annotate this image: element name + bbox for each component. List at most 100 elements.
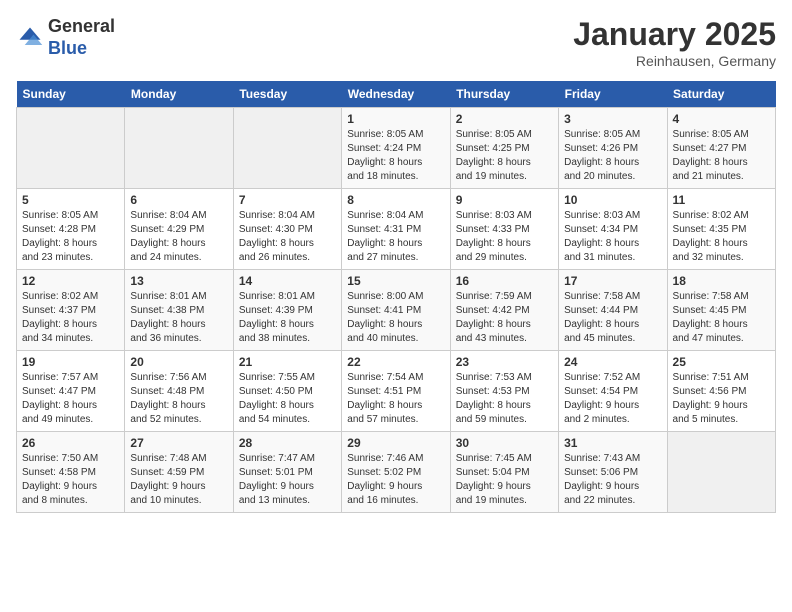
day-number: 17: [564, 274, 661, 288]
calendar-header: SundayMondayTuesdayWednesdayThursdayFrid…: [17, 81, 776, 108]
day-number: 21: [239, 355, 336, 369]
day-number: 11: [673, 193, 770, 207]
day-info: Sunrise: 7:59 AM Sunset: 4:42 PM Dayligh…: [456, 290, 553, 346]
calendar-cell: 1 Sunrise: 8:05 AM Sunset: 4:24 PM Daylig…: [342, 108, 450, 189]
day-info: Sunrise: 8:00 AM Sunset: 4:41 PM Dayligh…: [347, 290, 444, 346]
calendar-cell: 5Sunrise: 8:05 AM Sunset: 4:28 PM Daylig…: [17, 189, 125, 270]
logo-icon: [16, 24, 44, 52]
calendar-cell: [125, 108, 233, 189]
calendar-week-row: 5Sunrise: 8:05 AM Sunset: 4:28 PM Daylig…: [17, 189, 776, 270]
day-number: 30: [456, 436, 553, 450]
calendar-cell: 28Sunrise: 7:47 AM Sunset: 5:01 PM Dayli…: [233, 432, 341, 513]
day-number: 1: [347, 112, 444, 126]
calendar-cell: 4 Sunrise: 8:05 AM Sunset: 4:27 PM Daylig…: [667, 108, 775, 189]
day-number: 6: [130, 193, 227, 207]
calendar-cell: [233, 108, 341, 189]
day-info: Sunrise: 7:53 AM Sunset: 4:53 PM Dayligh…: [456, 371, 553, 427]
calendar-title: January 2025: [573, 16, 776, 53]
calendar-table: SundayMondayTuesdayWednesdayThursdayFrid…: [16, 81, 776, 513]
day-info: Sunrise: 8:04 AM Sunset: 4:30 PM Dayligh…: [239, 209, 336, 265]
weekday-header: Thursday: [450, 81, 558, 108]
day-info: Sunrise: 7:55 AM Sunset: 4:50 PM Dayligh…: [239, 371, 336, 427]
calendar-cell: 2Sunrise: 8:05 AM Sunset: 4:25 PM Daylig…: [450, 108, 558, 189]
calendar-subtitle: Reinhausen, Germany: [573, 53, 776, 69]
weekday-row: SundayMondayTuesdayWednesdayThursdayFrid…: [17, 81, 776, 108]
page-header: General Blue January 2025 Reinhausen, Ge…: [16, 16, 776, 69]
calendar-cell: 23 Sunrise: 7:53 AM Sunset: 4:53 PM Dayli…: [450, 351, 558, 432]
calendar-cell: 24 Sunrise: 7:52 AM Sunset: 4:54 PM Dayli…: [559, 351, 667, 432]
calendar-cell: [667, 432, 775, 513]
day-number: 16: [456, 274, 553, 288]
logo: General Blue: [16, 16, 115, 59]
day-number: 28: [239, 436, 336, 450]
weekday-header: Wednesday: [342, 81, 450, 108]
calendar-cell: 3Sunrise: 8:05 AM Sunset: 4:26 PM Daylig…: [559, 108, 667, 189]
weekday-header: Tuesday: [233, 81, 341, 108]
day-info: Sunrise: 8:04 AM Sunset: 4:31 PM Dayligh…: [347, 209, 444, 265]
day-info: Sunrise: 7:56 AM Sunset: 4:48 PM Dayligh…: [130, 371, 227, 427]
calendar-cell: [17, 108, 125, 189]
day-number: 18: [673, 274, 770, 288]
logo-general: General: [48, 16, 115, 38]
calendar-cell: 27Sunrise: 7:48 AM Sunset: 4:59 PM Dayli…: [125, 432, 233, 513]
calendar-cell: 29 Sunrise: 7:46 AM Sunset: 5:02 PM Dayli…: [342, 432, 450, 513]
weekday-header: Friday: [559, 81, 667, 108]
weekday-header: Saturday: [667, 81, 775, 108]
calendar-cell: 17 Sunrise: 7:58 AM Sunset: 4:44 PM Dayli…: [559, 270, 667, 351]
day-info: Sunrise: 8:05 AM Sunset: 4:28 PM Dayligh…: [22, 209, 119, 265]
calendar-cell: 21 Sunrise: 7:55 AM Sunset: 4:50 PM Dayli…: [233, 351, 341, 432]
logo-text: General Blue: [48, 16, 115, 59]
calendar-cell: 11Sunrise: 8:02 AM Sunset: 4:35 PM Dayli…: [667, 189, 775, 270]
day-info: Sunrise: 7:50 AM Sunset: 4:58 PM Dayligh…: [22, 452, 119, 508]
calendar-week-row: 12Sunrise: 8:02 AM Sunset: 4:37 PM Dayli…: [17, 270, 776, 351]
calendar-cell: 18Sunrise: 7:58 AM Sunset: 4:45 PM Dayli…: [667, 270, 775, 351]
weekday-header: Sunday: [17, 81, 125, 108]
day-info: Sunrise: 7:48 AM Sunset: 4:59 PM Dayligh…: [130, 452, 227, 508]
calendar-cell: 31Sunrise: 7:43 AM Sunset: 5:06 PM Dayli…: [559, 432, 667, 513]
day-number: 24: [564, 355, 661, 369]
day-info: Sunrise: 7:46 AM Sunset: 5:02 PM Dayligh…: [347, 452, 444, 508]
day-number: 12: [22, 274, 119, 288]
day-info: Sunrise: 8:03 AM Sunset: 4:33 PM Dayligh…: [456, 209, 553, 265]
day-info: Sunrise: 8:04 AM Sunset: 4:29 PM Dayligh…: [130, 209, 227, 265]
day-number: 14: [239, 274, 336, 288]
calendar-cell: 15 Sunrise: 8:00 AM Sunset: 4:41 PM Dayli…: [342, 270, 450, 351]
calendar-week-row: 26 Sunrise: 7:50 AM Sunset: 4:58 PM Dayli…: [17, 432, 776, 513]
calendar-week-row: 1 Sunrise: 8:05 AM Sunset: 4:24 PM Daylig…: [17, 108, 776, 189]
day-info: Sunrise: 7:51 AM Sunset: 4:56 PM Dayligh…: [673, 371, 770, 427]
day-number: 25: [673, 355, 770, 369]
day-info: Sunrise: 8:05 AM Sunset: 4:26 PM Dayligh…: [564, 128, 661, 184]
day-number: 7: [239, 193, 336, 207]
day-info: Sunrise: 7:57 AM Sunset: 4:47 PM Dayligh…: [22, 371, 119, 427]
day-number: 23: [456, 355, 553, 369]
day-info: Sunrise: 7:54 AM Sunset: 4:51 PM Dayligh…: [347, 371, 444, 427]
day-number: 26: [22, 436, 119, 450]
day-number: 22: [347, 355, 444, 369]
calendar-cell: 16 Sunrise: 7:59 AM Sunset: 4:42 PM Dayli…: [450, 270, 558, 351]
day-info: Sunrise: 7:52 AM Sunset: 4:54 PM Dayligh…: [564, 371, 661, 427]
day-info: Sunrise: 7:58 AM Sunset: 4:44 PM Dayligh…: [564, 290, 661, 346]
calendar-body: 1 Sunrise: 8:05 AM Sunset: 4:24 PM Daylig…: [17, 108, 776, 513]
day-info: Sunrise: 8:05 AM Sunset: 4:24 PM Dayligh…: [347, 128, 444, 184]
calendar-cell: 13Sunrise: 8:01 AM Sunset: 4:38 PM Dayli…: [125, 270, 233, 351]
day-info: Sunrise: 7:43 AM Sunset: 5:06 PM Dayligh…: [564, 452, 661, 508]
calendar-cell: 19Sunrise: 7:57 AM Sunset: 4:47 PM Dayli…: [17, 351, 125, 432]
day-info: Sunrise: 7:45 AM Sunset: 5:04 PM Dayligh…: [456, 452, 553, 508]
calendar-cell: 9Sunrise: 8:03 AM Sunset: 4:33 PM Daylig…: [450, 189, 558, 270]
day-number: 15: [347, 274, 444, 288]
day-info: Sunrise: 8:01 AM Sunset: 4:39 PM Dayligh…: [239, 290, 336, 346]
day-info: Sunrise: 8:05 AM Sunset: 4:25 PM Dayligh…: [456, 128, 553, 184]
calendar-cell: 7 Sunrise: 8:04 AM Sunset: 4:30 PM Daylig…: [233, 189, 341, 270]
weekday-header: Monday: [125, 81, 233, 108]
calendar-cell: 26 Sunrise: 7:50 AM Sunset: 4:58 PM Dayli…: [17, 432, 125, 513]
day-number: 29: [347, 436, 444, 450]
day-info: Sunrise: 8:01 AM Sunset: 4:38 PM Dayligh…: [130, 290, 227, 346]
day-number: 4: [673, 112, 770, 126]
calendar-cell: 12Sunrise: 8:02 AM Sunset: 4:37 PM Dayli…: [17, 270, 125, 351]
title-block: January 2025 Reinhausen, Germany: [573, 16, 776, 69]
day-info: Sunrise: 8:05 AM Sunset: 4:27 PM Dayligh…: [673, 128, 770, 184]
calendar-cell: 25 Sunrise: 7:51 AM Sunset: 4:56 PM Dayli…: [667, 351, 775, 432]
logo-blue: Blue: [48, 38, 115, 60]
calendar-cell: 22 Sunrise: 7:54 AM Sunset: 4:51 PM Dayli…: [342, 351, 450, 432]
calendar-cell: 14 Sunrise: 8:01 AM Sunset: 4:39 PM Dayli…: [233, 270, 341, 351]
